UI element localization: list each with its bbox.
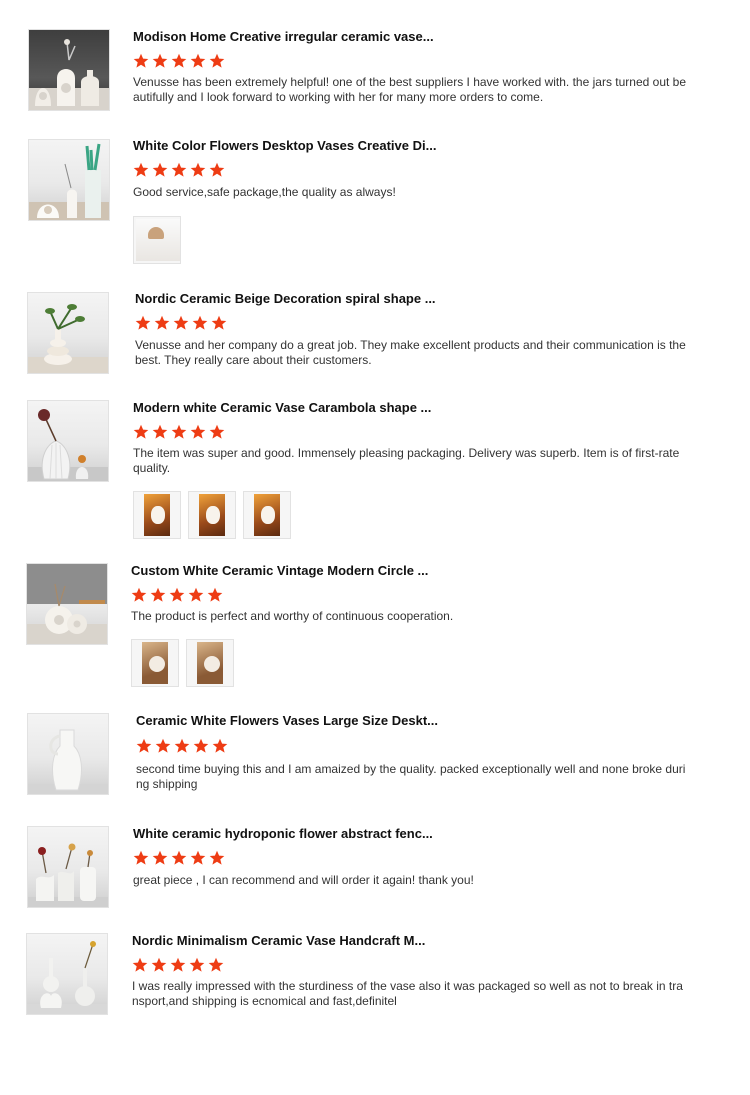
star-icon	[132, 957, 148, 972]
star-icon	[174, 738, 190, 753]
product-thumbnail[interactable]	[27, 292, 109, 374]
vase-product-icon	[27, 564, 107, 644]
product-title[interactable]: Nordic Ceramic Beige Decoration spiral s…	[135, 291, 436, 306]
product-title[interactable]: Modison Home Creative irregular ceramic …	[133, 29, 434, 44]
star-icon	[192, 315, 208, 330]
star-icon	[151, 957, 167, 972]
star-icon	[189, 957, 205, 972]
star-icon	[209, 850, 225, 865]
review-text: I was really impressed with the sturdine…	[132, 979, 683, 1008]
star-icon	[207, 587, 223, 602]
review-text: Good service,safe package,the quality as…	[133, 185, 396, 199]
star-icon	[188, 587, 204, 602]
star-icon	[171, 53, 187, 68]
review-photos	[131, 639, 234, 687]
star-icon	[169, 587, 185, 602]
star-icon	[209, 162, 225, 177]
star-icon	[131, 587, 147, 602]
star-icon	[173, 315, 189, 330]
star-icon	[171, 162, 187, 177]
star-icon	[171, 850, 187, 865]
vase-product-icon	[28, 304, 108, 373]
star-icon	[152, 424, 168, 439]
review-text: Venusse and her company do a great job. …	[135, 338, 686, 367]
product-thumbnail[interactable]	[27, 826, 109, 908]
product-title[interactable]: White Color Flowers Desktop Vases Creati…	[133, 138, 436, 153]
star-icon	[135, 315, 151, 330]
star-icon	[150, 587, 166, 602]
vase-product-icon	[28, 729, 108, 794]
star-rating	[131, 587, 223, 603]
review-text: The product is perfect and worthy of con…	[131, 609, 454, 623]
review-text: second time buying this and I am amaized…	[136, 762, 686, 791]
vase-product-icon	[29, 143, 109, 220]
star-icon	[152, 162, 168, 177]
vase-product-icon	[29, 39, 109, 110]
product-title[interactable]: Custom White Ceramic Vintage Modern Circ…	[131, 563, 428, 578]
star-icon	[171, 424, 187, 439]
review-photos	[133, 216, 181, 264]
star-rating	[133, 53, 225, 69]
review-photo[interactable]	[186, 639, 234, 687]
product-thumbnail[interactable]	[28, 139, 110, 221]
star-rating	[133, 162, 225, 178]
product-thumbnail[interactable]	[27, 400, 109, 482]
review-text: Venusse has been extremely helpful! one …	[133, 75, 687, 104]
vase-product-icon	[28, 409, 108, 481]
star-icon	[133, 424, 149, 439]
star-rating	[133, 850, 225, 866]
review-photo[interactable]	[133, 491, 181, 539]
product-thumbnail[interactable]	[27, 713, 109, 795]
star-icon	[152, 850, 168, 865]
star-icon	[154, 315, 170, 330]
product-title[interactable]: Nordic Minimalism Ceramic Vase Handcraft…	[132, 933, 425, 948]
star-icon	[170, 957, 186, 972]
star-rating	[136, 738, 228, 754]
star-icon	[193, 738, 209, 753]
star-icon	[190, 424, 206, 439]
star-icon	[209, 53, 225, 68]
review-photo[interactable]	[243, 491, 291, 539]
star-icon	[133, 850, 149, 865]
vase-product-icon	[28, 843, 108, 907]
vase-product-icon	[27, 941, 107, 1014]
star-icon	[211, 315, 227, 330]
star-icon	[212, 738, 228, 753]
product-thumbnail[interactable]	[28, 29, 110, 111]
product-thumbnail[interactable]	[26, 933, 108, 1015]
star-icon	[133, 53, 149, 68]
review-photo[interactable]	[133, 216, 181, 264]
review-photos	[133, 491, 291, 539]
star-icon	[190, 53, 206, 68]
review-photo[interactable]	[188, 491, 236, 539]
star-rating	[132, 957, 224, 973]
star-icon	[155, 738, 171, 753]
product-thumbnail[interactable]	[26, 563, 108, 645]
review-text: great piece , I can recommend and will o…	[133, 873, 474, 887]
product-title[interactable]: Modern white Ceramic Vase Carambola shap…	[133, 400, 431, 415]
review-text: The item was super and good. Immensely p…	[133, 446, 680, 475]
star-icon	[152, 53, 168, 68]
star-rating	[135, 315, 227, 331]
star-icon	[133, 162, 149, 177]
star-icon	[208, 957, 224, 972]
star-icon	[190, 850, 206, 865]
product-title[interactable]: White ceramic hydroponic flower abstract…	[133, 826, 433, 841]
product-title[interactable]: Ceramic White Flowers Vases Large Size D…	[136, 713, 438, 728]
review-photo[interactable]	[131, 639, 179, 687]
star-icon	[190, 162, 206, 177]
star-rating	[133, 424, 225, 440]
star-icon	[209, 424, 225, 439]
star-icon	[136, 738, 152, 753]
